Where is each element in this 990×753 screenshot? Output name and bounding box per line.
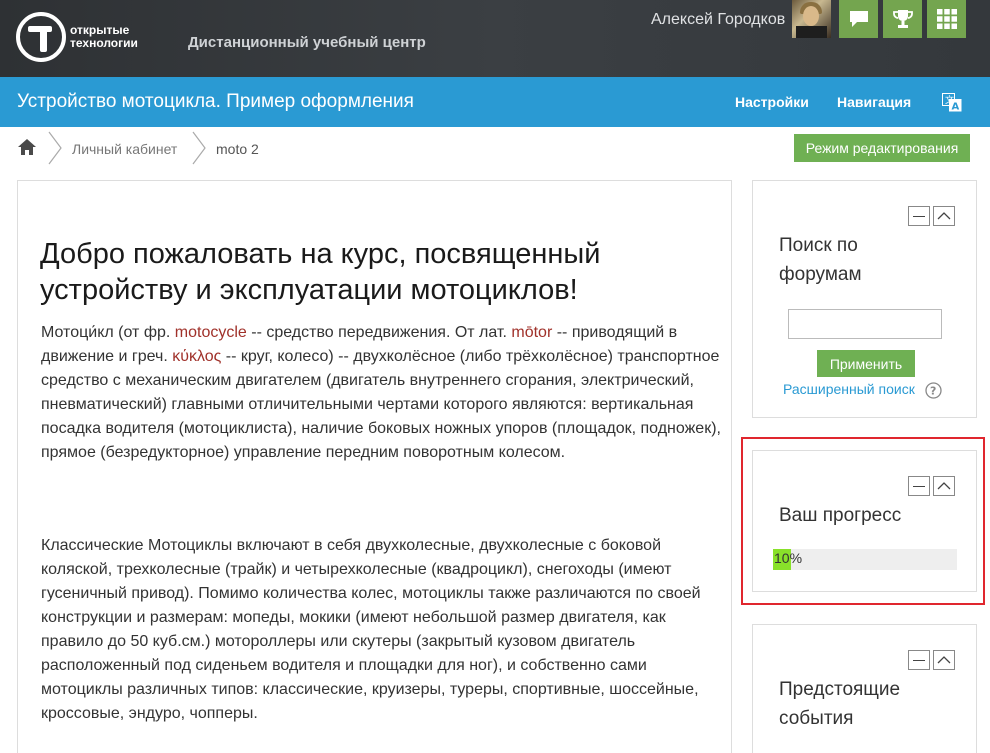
settings-menu[interactable]: Настройки [735,94,809,110]
chevron-up-icon [937,212,951,220]
breadcrumb-separator-icon [192,131,206,165]
logo-text: открытые технологии [70,24,138,50]
svg-text:?: ? [930,385,936,398]
apply-search-button[interactable]: Применить [817,350,915,377]
course-title: Устройство мотоцикла. Пример оформления [17,91,414,112]
progress-block: Ваш прогресс 10% [752,450,977,592]
home-icon[interactable] [17,138,37,156]
upcoming-events-title: Предстоящие события [779,679,901,729]
intro-text-2: -- средство передвижения. От лат. [246,324,512,341]
edit-mode-button[interactable]: Режим редактирования [794,134,970,162]
apps-grid-button[interactable] [927,0,966,38]
block-collapse-button[interactable] [908,650,930,670]
user-name[interactable]: Алексей Городков [651,11,785,29]
site-name: Дистанционный учебный центр [188,34,426,51]
block-move-button[interactable] [933,650,955,670]
upcoming-events-block: Предстоящие события [752,624,977,753]
course-content: Добро пожаловать на курс, посвященный ус… [17,180,732,753]
grid-icon [936,9,957,29]
progress-percent: 10% [774,550,803,566]
breadcrumb-item-dashboard[interactable]: Личный кабинет [72,141,177,157]
help-icon[interactable]: ? [925,382,942,399]
block-collapse-button[interactable] [908,206,930,226]
intro-text-1: Мотоци́кл (от фр. [41,324,175,341]
progress-bar: 10% [773,549,957,570]
svg-text:A: A [952,102,960,113]
site-logo[interactable]: открытые технологии [16,12,138,62]
course-types-paragraph: Классические Мотоциклы включают в себя д… [41,537,701,722]
forum-search-input[interactable] [788,309,942,339]
course-intro-paragraph: Мотоци́кл (от фр. motocycle -- средство … [41,321,721,465]
chevron-up-icon [937,656,951,664]
link-kyklos[interactable]: κύκλος [172,348,221,365]
block-move-button[interactable] [933,476,955,496]
forum-search-title: Поиск по форумам [779,235,862,285]
logo-line-2: технологии [70,36,138,50]
breadcrumb-separator-icon [48,131,62,165]
course-title-bar: Устройство мотоцикла. Пример оформления … [0,77,990,127]
chevron-up-icon [937,482,951,490]
advanced-search-link[interactable]: Расширенный поиск [783,381,915,397]
block-move-button[interactable] [933,206,955,226]
avatar[interactable] [792,0,831,38]
trophy-icon [892,10,913,28]
messages-button[interactable] [839,0,878,38]
link-motor[interactable]: mōtor [511,324,552,341]
logo-mark-icon [16,12,66,62]
forum-search-block: Поиск по форумам Применить Расширенный п… [752,180,977,418]
translate-icon[interactable]: 文 A [942,93,962,112]
link-motocycle[interactable]: motocycle [175,324,247,341]
navigation-menu[interactable]: Навигация [837,94,911,110]
breadcrumb-item-course[interactable]: moto 2 [216,141,259,157]
chat-icon [849,11,868,27]
top-header: открытые технологии Дистанционный учебны… [0,0,990,77]
page-title: Добро пожаловать на курс, посвященный ус… [40,238,601,306]
block-collapse-button[interactable] [908,476,930,496]
achievements-button[interactable] [883,0,922,38]
progress-title: Ваш прогресс [779,505,902,526]
